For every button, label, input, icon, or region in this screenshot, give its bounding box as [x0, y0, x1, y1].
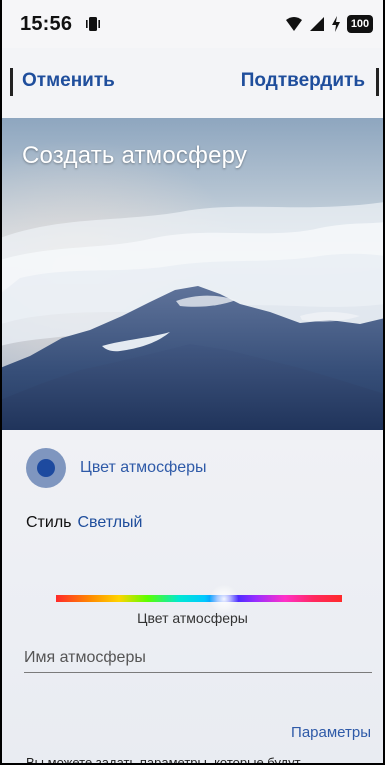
background-scene: Создать атмосферу	[0, 118, 385, 430]
style-value[interactable]: Светлый	[78, 514, 143, 532]
color-radio-button[interactable]	[26, 448, 66, 488]
wifi-icon	[285, 16, 303, 32]
parameters-link[interactable]: Параметры	[291, 724, 371, 741]
atmosphere-form: Цвет атмосферы Стиль Светлый Цвет атмосф…	[0, 430, 385, 765]
status-bar: 15:56 100	[0, 0, 385, 48]
style-row: Стиль Светлый	[26, 514, 143, 532]
style-label: Стиль	[26, 514, 72, 531]
status-time: 15:56	[20, 12, 73, 35]
phone-frame-left	[0, 0, 2, 765]
charging-icon	[331, 16, 341, 32]
color-label: Цвет атмосферы	[80, 459, 207, 476]
spectrum-bar[interactable]	[56, 595, 342, 602]
battery-icon: 100	[347, 15, 373, 33]
right-edge-marker	[376, 68, 379, 96]
color-row: Цвет атмосферы	[26, 448, 207, 488]
signal-icon	[309, 16, 325, 32]
status-icons: 100	[285, 15, 373, 33]
selected-color-dot	[37, 459, 55, 477]
cancel-button[interactable]: Отменить	[22, 70, 115, 92]
spectrum-label: Цвет атмосферы	[137, 610, 248, 626]
phone-screen: 15:56 100 Отменить Подтвердить Создать а…	[0, 0, 385, 765]
left-edge-marker	[10, 68, 13, 96]
confirm-button[interactable]: Подтвердить	[241, 70, 365, 92]
atmosphere-name-input[interactable]	[24, 644, 372, 673]
top-action-bar: Отменить Подтвердить	[0, 48, 385, 118]
page-title: Создать атмосферу	[22, 142, 248, 169]
vibrate-icon	[84, 15, 102, 33]
